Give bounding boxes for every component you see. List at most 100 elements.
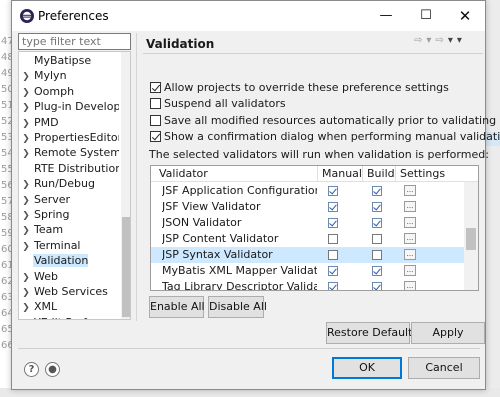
build-checkbox[interactable]	[372, 234, 382, 244]
settings-button[interactable]: ...	[404, 201, 416, 212]
expand-arrow-icon[interactable]: ❯	[19, 209, 33, 222]
expand-arrow-icon[interactable]: ❯	[19, 101, 33, 114]
table-row[interactable]: JSP Syntax Validator...	[151, 247, 465, 263]
expand-arrow-icon[interactable]: ❯	[19, 286, 33, 299]
expand-arrow-icon[interactable]: ❯	[19, 240, 33, 253]
build-checkbox[interactable]	[372, 202, 382, 212]
manual-checkbox[interactable]	[328, 266, 338, 276]
close-button[interactable]: ✕	[445, 1, 485, 31]
tree-item[interactable]: ❯Plug-in Developm	[19, 99, 119, 114]
validator-name: MyBatis XML Mapper Validator	[162, 264, 317, 277]
settings-button[interactable]: ...	[404, 265, 416, 276]
table-row[interactable]: MyBatis XML Mapper Validator...	[151, 263, 465, 279]
expand-arrow-icon[interactable]: ❯	[19, 147, 33, 160]
column-validator[interactable]: Validator	[155, 166, 208, 182]
expand-arrow-icon[interactable]: ❯	[19, 317, 33, 320]
restore-defaults-button[interactable]: Restore Defaults	[326, 322, 418, 344]
help-icon[interactable]: ?	[24, 362, 39, 377]
manual-checkbox[interactable]	[328, 202, 338, 212]
tree-item[interactable]: Validation	[19, 253, 119, 268]
disable-all-button[interactable]: Disable All	[208, 296, 267, 318]
tree-item[interactable]: ❯ Web Services	[19, 284, 119, 299]
maximize-button[interactable]: ☐	[406, 1, 446, 31]
table-row[interactable]: JSON Validator...	[151, 215, 465, 231]
expand-arrow-icon[interactable]: ❯	[19, 117, 33, 130]
expand-arrow-icon[interactable]: ❯	[19, 194, 33, 207]
table-row[interactable]: JSP Content Validator...	[151, 231, 465, 247]
manual-checkbox[interactable]	[328, 250, 338, 260]
build-checkbox[interactable]	[372, 266, 382, 276]
tree-item[interactable]: ❯ PMD	[19, 115, 119, 130]
tree-item[interactable]: ❯ XML	[19, 299, 119, 314]
window-title: Preferences	[38, 9, 109, 23]
forward-dropdown-icon[interactable]: ▾	[448, 35, 454, 46]
view-menu-icon[interactable]: ▾	[457, 35, 463, 46]
checkbox-checked[interactable]	[150, 82, 161, 93]
minimize-button[interactable]: —	[366, 1, 406, 31]
settings-button[interactable]: ...	[404, 281, 416, 290]
option-checkbox[interactable]: Save all modified resources automaticall…	[150, 114, 496, 128]
tree-scrollbar[interactable]	[121, 52, 130, 319]
settings-button[interactable]: ...	[404, 233, 416, 244]
expand-arrow-icon[interactable]: ❯	[19, 178, 33, 191]
back-dropdown-icon[interactable]: ▾	[426, 35, 432, 46]
column-settings[interactable]: Settings	[395, 166, 445, 182]
tree-item-label: Plug-in Developm	[34, 100, 119, 114]
tree-scrollbar-thumb[interactable]	[122, 217, 130, 317]
expand-arrow-icon[interactable]: ❯	[19, 132, 33, 145]
import-export-icon[interactable]: ●	[45, 362, 60, 377]
tree-item[interactable]: ❯ Team	[19, 222, 119, 237]
expand-arrow-icon[interactable]: ❯	[19, 271, 33, 284]
checkbox-unchecked[interactable]	[150, 98, 161, 109]
tree-item[interactable]: RTE Distribution T	[19, 161, 119, 176]
forward-icon[interactable]: ⇨	[435, 35, 444, 46]
tree-item[interactable]: ❯ Oomph	[19, 84, 119, 99]
tree-item[interactable]: ❯ Server	[19, 192, 119, 207]
cancel-button[interactable]: Cancel	[408, 357, 480, 379]
back-icon[interactable]: ⇨	[414, 35, 423, 46]
column-build[interactable]: Build	[362, 166, 395, 182]
manual-checkbox[interactable]	[328, 218, 338, 228]
pane-splitter[interactable]	[136, 33, 137, 321]
tree-item[interactable]: ❯ PropertiesEditor	[19, 130, 119, 145]
table-scrollbar-thumb[interactable]	[466, 228, 476, 250]
expand-arrow-icon[interactable]: ❯	[19, 86, 33, 99]
tree-item[interactable]: ❯ Run/Debug	[19, 176, 119, 191]
apply-button[interactable]: Apply	[411, 322, 485, 344]
option-checkbox[interactable]: Show a confirmation dialog when performi…	[150, 130, 500, 144]
expand-arrow-icon[interactable]: ❯	[19, 70, 33, 83]
expand-arrow-icon[interactable]: ❯	[19, 301, 33, 314]
tree-item[interactable]: ❯ Spring	[19, 207, 119, 222]
option-checkbox[interactable]: Suspend all validators	[150, 97, 286, 111]
tree-item-label: XML	[34, 300, 58, 314]
settings-button[interactable]: ...	[404, 185, 416, 196]
manual-checkbox[interactable]	[328, 234, 338, 244]
table-scrollbar[interactable]	[464, 182, 478, 290]
manual-checkbox[interactable]	[328, 282, 338, 290]
filter-input[interactable]	[18, 33, 131, 50]
tree-item[interactable]: ❯ Mylyn	[19, 68, 119, 83]
table-row[interactable]: JSF View Validator...	[151, 199, 465, 215]
table-row[interactable]: JSF Application Configuration ......	[151, 183, 465, 199]
checkbox-unchecked[interactable]	[150, 115, 161, 126]
tree-item[interactable]: ❯ Web	[19, 269, 119, 284]
settings-button[interactable]: ...	[404, 217, 416, 228]
build-checkbox[interactable]	[372, 186, 382, 196]
build-checkbox[interactable]	[372, 282, 382, 290]
expand-arrow-icon[interactable]: ❯	[19, 224, 33, 237]
build-checkbox[interactable]	[372, 218, 382, 228]
tree-item[interactable]: ❯ Remote Systems	[19, 145, 119, 160]
tree-item-label: Web Services	[34, 285, 108, 298]
manual-checkbox[interactable]	[328, 186, 338, 196]
table-row[interactable]: Tag Library Descriptor Validator...	[151, 279, 465, 290]
settings-button[interactable]: ...	[404, 249, 416, 260]
column-manual[interactable]: Manual	[317, 166, 362, 182]
tree-item[interactable]: ❯ Terminal	[19, 238, 119, 253]
build-checkbox[interactable]	[372, 250, 382, 260]
ok-button[interactable]: OK	[332, 357, 402, 379]
tree-item[interactable]: ❯YEdit Preferences	[19, 315, 119, 320]
option-checkbox[interactable]: Allow projects to override these prefere…	[150, 81, 449, 95]
tree-item[interactable]: MyBatipse	[19, 53, 119, 68]
enable-all-button[interactable]: Enable All	[149, 296, 205, 318]
checkbox-checked[interactable]	[150, 131, 161, 142]
